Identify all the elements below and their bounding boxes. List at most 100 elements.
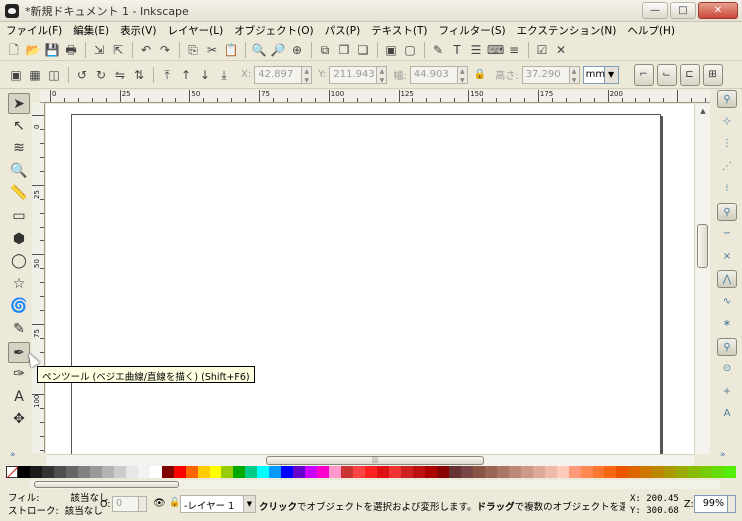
snap-bbox-corners-icon[interactable]: ⋰ — [717, 158, 737, 176]
color-swatch[interactable] — [353, 466, 366, 478]
undo-icon[interactable]: ↶ — [138, 42, 154, 58]
y-spinner[interactable]: ▲ ▼ — [377, 65, 388, 84]
lower-icon[interactable]: ↓ — [197, 67, 213, 83]
snap-smooth-nodes-icon[interactable]: ∿ — [717, 293, 737, 311]
color-swatch[interactable] — [329, 466, 342, 478]
color-swatch[interactable] — [532, 466, 545, 478]
color-swatch[interactable] — [89, 466, 102, 478]
unit-dropdown-icon[interactable]: ▼ — [604, 65, 619, 84]
color-swatch[interactable] — [305, 466, 318, 478]
flip-horizontal-icon[interactable]: ⇋ — [112, 67, 128, 83]
color-swatch[interactable] — [460, 466, 473, 478]
color-swatch[interactable] — [233, 466, 246, 478]
color-swatch[interactable] — [412, 466, 425, 478]
color-swatch[interactable] — [317, 466, 330, 478]
color-swatch[interactable] — [628, 466, 641, 478]
height-spinner[interactable]: ▲ ▼ — [569, 65, 580, 84]
zoom-page-icon[interactable]: ⊕ — [289, 42, 305, 58]
layer-lock-icon[interactable]: 🔓 — [169, 498, 180, 508]
flip-vertical-icon[interactable]: ⇅ — [131, 67, 147, 83]
document-properties-icon[interactable]: ✕ — [553, 42, 569, 58]
rectangle-tool-icon[interactable]: ▭ — [8, 206, 30, 227]
snap-text-baseline-icon[interactable]: A — [717, 405, 737, 423]
save-icon[interactable]: 💾 — [44, 42, 60, 58]
color-swatch[interactable] — [424, 466, 437, 478]
print-icon[interactable]: 🖶 — [63, 42, 79, 58]
current-layer-select[interactable]: -レイヤー 1 — [180, 495, 244, 513]
width-spinner[interactable]: ▲ ▼ — [457, 65, 468, 84]
snap-intersections-icon[interactable]: ⨯ — [717, 248, 737, 266]
menu-item[interactable]: テキスト(T) — [371, 23, 427, 38]
3d-box-tool-icon[interactable]: ⬢ — [8, 229, 30, 250]
color-swatch[interactable] — [676, 466, 689, 478]
maximize-button[interactable]: □ — [670, 2, 696, 19]
drawing-canvas[interactable] — [46, 104, 694, 454]
select-all-icon[interactable]: ▣ — [8, 67, 24, 83]
color-swatch[interactable] — [640, 466, 653, 478]
width-field[interactable]: 44.903 — [409, 65, 458, 84]
color-swatch[interactable] — [556, 466, 569, 478]
copy-icon[interactable]: ⎘ — [185, 42, 201, 58]
color-swatch[interactable] — [436, 466, 449, 478]
menu-item[interactable]: フィルター(S) — [438, 23, 505, 38]
ungroup-icon[interactable]: ▢ — [402, 42, 418, 58]
scale-radii-button[interactable]: ⌙ — [656, 63, 677, 86]
x-spinner[interactable]: ▲ ▼ — [302, 65, 313, 84]
color-swatch[interactable] — [448, 466, 461, 478]
horizontal-ruler[interactable]: 0 25 50 75 100 125 150 175 200 — [40, 90, 710, 103]
color-swatch[interactable] — [484, 466, 497, 478]
snap-nodes-icon[interactable]: ⚲ — [717, 202, 737, 221]
color-swatch[interactable] — [173, 466, 186, 478]
menu-item[interactable]: 表示(V) — [120, 23, 156, 38]
color-swatch[interactable] — [712, 466, 725, 478]
snap-midpoints-icon[interactable]: ∗ — [717, 315, 737, 333]
color-swatch[interactable] — [724, 466, 737, 478]
fill-stroke-indicator[interactable]: フィル: 該当なし ストローク: 該当なし — [8, 492, 109, 518]
group-icon[interactable]: ▣ — [383, 42, 399, 58]
rotate-cw-icon[interactable]: ↻ — [93, 67, 109, 83]
zoom-field[interactable]: 99% — [694, 495, 728, 513]
color-swatch[interactable] — [185, 466, 198, 478]
zoom-spinner[interactable] — [728, 495, 736, 513]
color-swatch[interactable] — [53, 466, 66, 478]
deselect-icon[interactable]: ◫ — [46, 67, 62, 83]
open-icon[interactable]: 📂 — [25, 42, 41, 58]
color-swatch[interactable] — [604, 466, 617, 478]
vertical-scrollbar[interactable]: ▲ — [694, 104, 710, 454]
ellipse-tool-icon[interactable]: ◯ — [8, 251, 30, 272]
vertical-ruler[interactable]: 0 25 50 75 100 — [32, 103, 45, 453]
color-swatch[interactable] — [688, 466, 701, 478]
pencil-tool-icon[interactable]: ✎ — [8, 319, 30, 340]
snap-bbox-icon[interactable]: ⊹ — [717, 113, 737, 131]
zoom-drawing-icon[interactable]: 🔎 — [270, 42, 286, 58]
redo-icon[interactable]: ↷ — [157, 42, 173, 58]
color-swatch[interactable] — [700, 466, 713, 478]
xml-editor-icon[interactable]: ⌨ — [487, 42, 504, 58]
color-swatch[interactable] — [29, 466, 42, 478]
scroll-up-icon[interactable]: ▲ — [695, 104, 711, 118]
export-icon[interactable]: ⇱ — [110, 42, 126, 58]
measure-tool-icon[interactable]: 📏 — [8, 183, 30, 204]
calligraphy-tool-icon[interactable]: ✑ — [8, 364, 30, 385]
toolbox-overflow-icon[interactable]: » — [10, 450, 16, 460]
new-document-icon[interactable]: 🗋 — [6, 42, 22, 58]
minimize-button[interactable]: — — [642, 2, 668, 19]
y-field[interactable]: 211.943 — [329, 65, 378, 84]
color-swatch[interactable] — [496, 466, 509, 478]
color-swatch[interactable] — [365, 466, 378, 478]
color-swatch[interactable] — [113, 466, 126, 478]
color-swatch[interactable] — [592, 466, 605, 478]
import-icon[interactable]: ⇲ — [91, 42, 107, 58]
paste-icon[interactable]: 📋 — [223, 42, 239, 58]
color-swatch[interactable] — [149, 466, 162, 478]
color-swatch[interactable] — [664, 466, 677, 478]
menu-item[interactable]: 編集(E) — [73, 23, 109, 38]
close-button[interactable]: ✕ — [698, 2, 738, 19]
color-swatch[interactable] — [281, 466, 294, 478]
color-swatch[interactable] — [580, 466, 593, 478]
snap-paths-icon[interactable]: ∽ — [717, 225, 737, 243]
snap-rotation-center-icon[interactable]: + — [717, 383, 737, 401]
cut-icon[interactable]: ✂ — [204, 42, 220, 58]
selector-tool-icon[interactable]: ➤ — [8, 93, 30, 114]
no-paint-swatch[interactable] — [6, 466, 18, 478]
